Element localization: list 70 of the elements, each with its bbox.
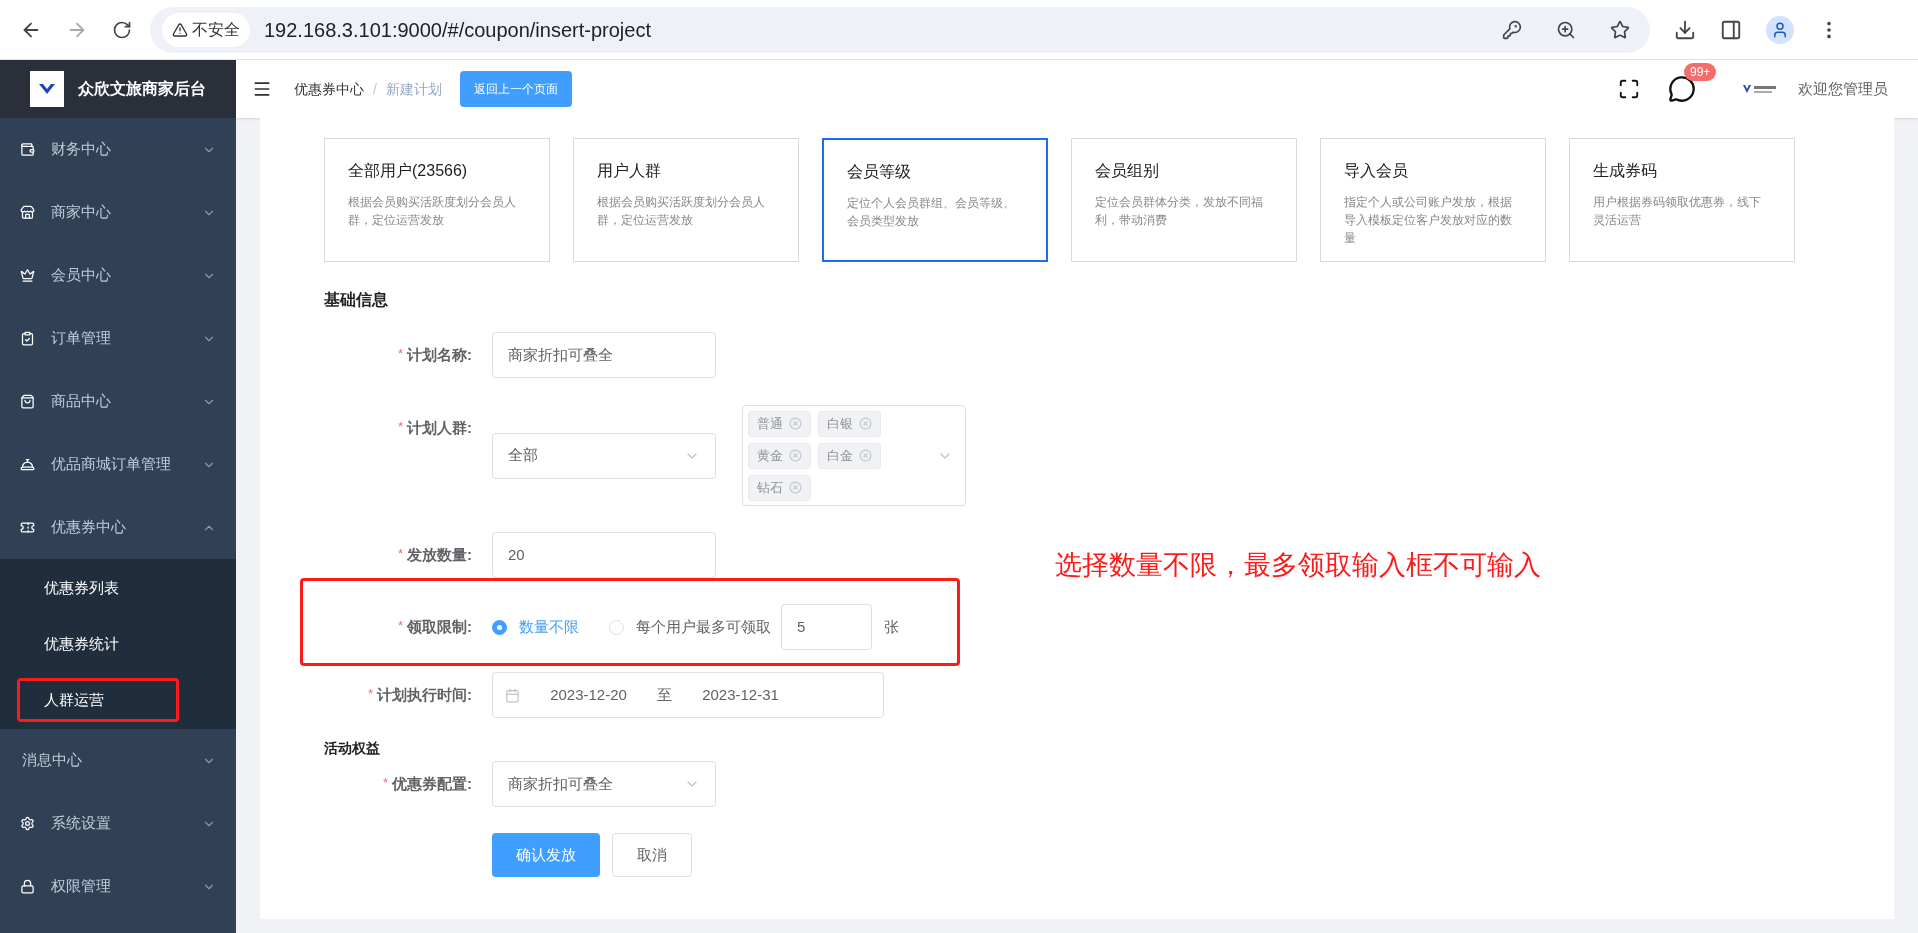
required-mark: * — [382, 774, 388, 792]
member-tag: 白银 — [818, 410, 881, 437]
sidebar-item[interactable]: 财务中心 — [0, 118, 236, 181]
member-tag: 黄金 — [748, 442, 811, 469]
action-button[interactable]: 取消 — [612, 833, 692, 877]
breadcrumb-item: 新建计划 — [385, 79, 442, 99]
side-panel-icon[interactable] — [1720, 18, 1742, 41]
plan-type-card[interactable]: 全部用户(23566) 根据会员购买活跃度划分会员人群，定位运营发放 — [324, 138, 550, 262]
quantity-input[interactable]: 5 — [781, 604, 872, 650]
select-field[interactable]: 商家折扣可叠全 — [492, 761, 716, 807]
field-label: 发放数量: — [407, 545, 472, 565]
welcome-text: 欢迎您管理员 — [1798, 78, 1888, 99]
field-label: 计划名称: — [407, 345, 472, 365]
member-tag: 白金 — [818, 442, 881, 469]
breadcrumb-item[interactable]: 优惠券中心 — [294, 78, 364, 100]
sidebar-item[interactable]: 权限管理 — [0, 855, 236, 918]
sidebar-item[interactable]: 系统设置 — [0, 792, 236, 855]
key-icon[interactable] — [1502, 19, 1522, 40]
sidebar-item[interactable]: 会员中心 — [0, 244, 236, 307]
field-label: 优惠券配置: — [392, 774, 472, 794]
member-tag: 普通 — [748, 410, 811, 437]
plan-type-card[interactable]: 会员组别 定位会员群体分类，发放不同福利，带动消费 — [1071, 138, 1297, 262]
address-bar[interactable]: 不安全 192.168.3.101:9000/#/coupon/insert-project — [150, 6, 1650, 53]
section-title: 活动权益 — [324, 739, 381, 758]
select-field[interactable]: 全部 — [492, 432, 716, 479]
sidebar-item[interactable]: 优品商城订单管理 — [0, 433, 236, 496]
sidebar-title: 众欣文旅商家后台 — [78, 79, 206, 99]
required-mark: * — [367, 685, 373, 703]
text-input[interactable]: 商家折扣可叠全 — [492, 332, 716, 378]
notification-badge: 99+ — [1684, 63, 1717, 81]
reload-icon[interactable] — [112, 19, 132, 40]
submenu-item[interactable]: 优惠券统计 — [20, 622, 182, 666]
fullscreen-icon[interactable] — [1618, 78, 1640, 100]
sidebar-item[interactable]: 商家中心 — [0, 181, 236, 244]
url-text: 192.168.3.101:9000/#/coupon/insert-project — [264, 17, 651, 43]
submenu-item[interactable]: 人群运营 — [17, 678, 179, 722]
field-label: 领取限制: — [407, 617, 472, 637]
plan-type-card[interactable]: 导入会员 指定个人或公司账户发放，根据导入模板定位客户发放对应的数量 — [1320, 138, 1546, 262]
required-mark: * — [397, 418, 403, 436]
sidebar-item[interactable]: 消息中心 — [0, 729, 236, 792]
profile-avatar[interactable] — [1766, 15, 1794, 44]
date-range-field[interactable]: 2023-12-20 至 2023-12-31 — [492, 672, 884, 718]
field-label: 计划执行时间: — [377, 685, 472, 705]
submenu-item[interactable]: 优惠券列表 — [20, 566, 182, 610]
unit-label: 张 — [884, 616, 899, 637]
plan-type-card[interactable]: 用户人群 根据会员购买活跃度划分会员人群，定位运营发放 — [573, 138, 799, 262]
sidebar-item[interactable]: 商品中心 — [0, 370, 236, 433]
plan-type-card[interactable]: 生成券码 用户根据券码领取优惠券，线下灵活运营 — [1569, 138, 1795, 262]
sidebar-item[interactable]: 订单管理 — [0, 307, 236, 370]
plan-type-card[interactable]: 会员等级 定位个人会员群组、会员等级、会员类型发放 — [822, 138, 1048, 262]
zoom-icon[interactable] — [1556, 19, 1576, 40]
sidebar-item[interactable]: 优惠券中心 — [0, 496, 236, 559]
text-input[interactable]: 20 — [492, 532, 716, 578]
required-mark: * — [397, 545, 403, 563]
security-chip[interactable]: 不安全 — [162, 12, 250, 47]
required-mark: * — [397, 617, 403, 635]
download-icon[interactable] — [1674, 18, 1696, 41]
required-mark: * — [397, 345, 403, 363]
radio-option[interactable]: 每个用户最多可领取 — [609, 615, 771, 639]
section-title: 基础信息 — [324, 290, 389, 310]
logo-icon — [30, 71, 64, 107]
annotation-note: 选择数量不限，最多领取输入框不可输入 — [1055, 549, 1541, 582]
message-icon[interactable] — [1668, 75, 1696, 103]
warning-icon — [172, 21, 188, 38]
calendar-icon — [505, 687, 520, 703]
breadcrumb-separator: / — [373, 79, 377, 99]
field-label: 计划人群: — [407, 418, 472, 438]
star-icon[interactable] — [1610, 19, 1630, 40]
member-tag: 钻石 — [748, 474, 811, 501]
company-logo-icon — [1742, 83, 1778, 95]
